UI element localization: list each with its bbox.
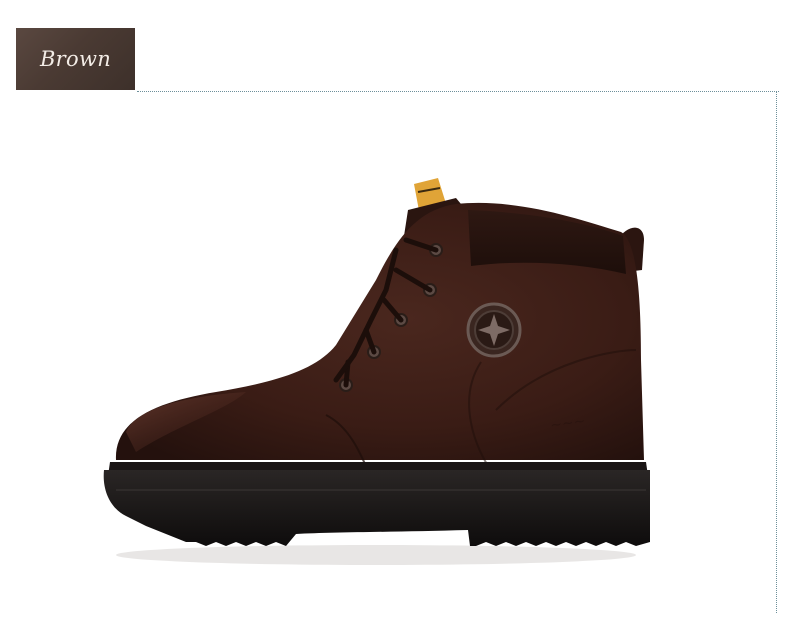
boot-shadow — [116, 545, 636, 565]
lug-sole — [103, 470, 650, 546]
color-name-label: Brown — [39, 47, 112, 71]
dotted-guide-vertical — [776, 91, 777, 613]
color-swatch-tag[interactable]: Brown — [16, 28, 135, 90]
dotted-guide-horizontal — [137, 91, 779, 92]
boot-image: ~~~ — [103, 178, 650, 565]
star-badge-icon — [466, 302, 522, 358]
